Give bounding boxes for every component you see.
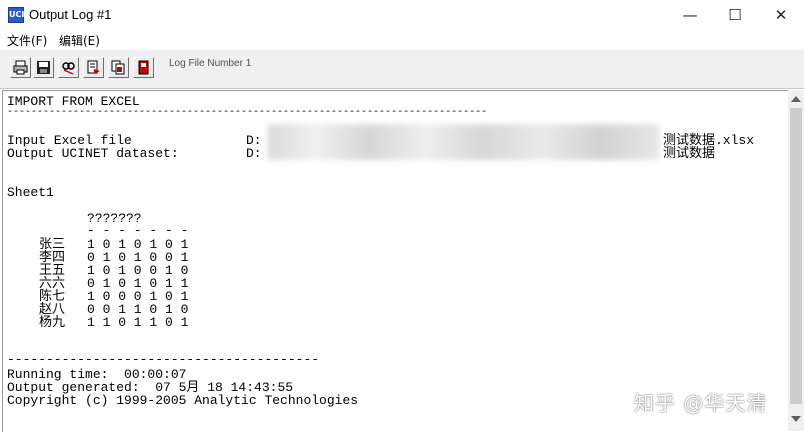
- vertical-scrollbar[interactable]: [788, 90, 804, 431]
- stop-button[interactable]: [133, 57, 154, 78]
- output-label: Output UCINET dataset:: [7, 146, 179, 161]
- watermark: 知乎 @华天清: [634, 391, 768, 415]
- title-bar: UCI Output Log #1 — ☐ ✕: [0, 0, 804, 30]
- log-file-label: Log File Number 1: [169, 58, 252, 69]
- footer-separator: ----------------------------------------: [7, 352, 320, 367]
- scroll-thumb[interactable]: [790, 108, 802, 404]
- menu-file[interactable]: 文件(F): [7, 32, 47, 49]
- output-drive: D:: [246, 146, 262, 161]
- copy-button[interactable]: [108, 57, 129, 78]
- window-title: Output Log #1: [29, 7, 112, 22]
- copy-icon: [111, 60, 125, 75]
- close-button[interactable]: ✕: [758, 0, 804, 30]
- export-icon: [87, 60, 100, 74]
- log-separator: ----------------------------------------…: [7, 107, 488, 118]
- save-button[interactable]: [33, 57, 54, 78]
- scroll-up-icon[interactable]: [791, 96, 801, 102]
- app-icon: UCI: [8, 7, 24, 23]
- redacted-path: [268, 124, 660, 160]
- row-name: 杨九: [39, 315, 66, 330]
- toolbar: Log File Number 1: [0, 50, 804, 89]
- sheet-name: Sheet1: [7, 185, 54, 200]
- print-icon: [13, 60, 28, 75]
- scroll-down-icon[interactable]: [791, 416, 801, 422]
- menu-bar: 文件(F) 编辑(E): [0, 30, 804, 50]
- save-icon: [37, 61, 50, 74]
- menu-edit[interactable]: 编辑(E): [59, 32, 100, 49]
- matrix-dashes: - - - - - - -: [87, 223, 189, 238]
- export-button[interactable]: [83, 57, 104, 78]
- row-values: 1 1 0 1 1 0 1: [87, 315, 189, 330]
- find-button[interactable]: [58, 57, 79, 78]
- copyright: Copyright (c) 1999-2005 Analytic Technol…: [7, 393, 359, 408]
- output-filename: 测试数据: [663, 146, 716, 161]
- find-icon: [62, 62, 75, 75]
- print-button[interactable]: [10, 57, 31, 78]
- maximize-button[interactable]: ☐: [712, 0, 758, 30]
- stop-icon: [138, 60, 149, 75]
- minimize-button[interactable]: —: [667, 0, 713, 30]
